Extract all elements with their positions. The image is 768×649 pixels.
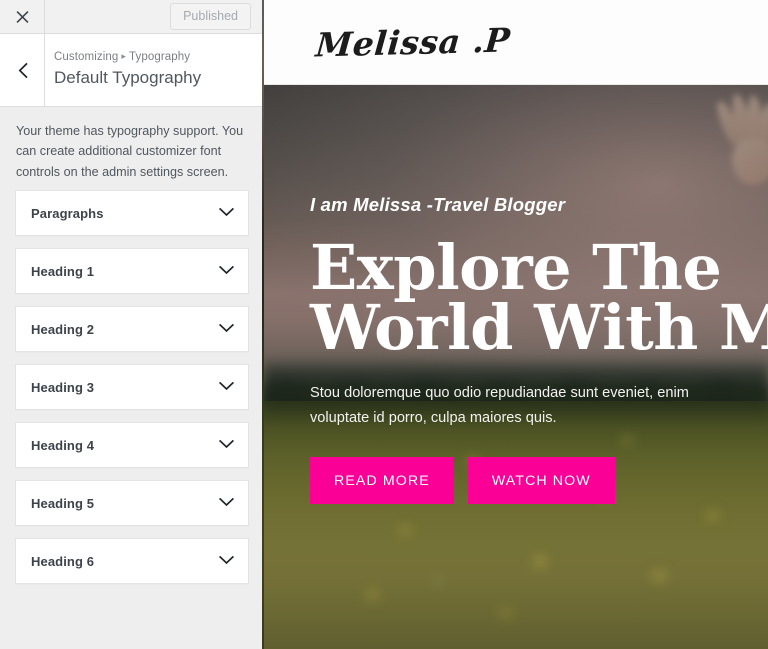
- accordion-item-label: Heading 2: [31, 321, 95, 337]
- accordion-item-heading-4[interactable]: Heading 4: [15, 422, 249, 469]
- typography-support-description: Your theme has typography support. You c…: [16, 124, 244, 179]
- hero-title-line-2: World With Me: [310, 291, 768, 365]
- hero-eyebrow: I am Melissa -Travel Blogger: [310, 194, 566, 215]
- customizer-section-header: Customizing ▸ Typography Default Typograph…: [0, 34, 264, 107]
- section-header-text: Customizing ▸ Typography Default Typograph…: [45, 34, 264, 106]
- breadcrumb-current: Typography: [129, 51, 191, 64]
- accordion-item-heading-2[interactable]: Heading 2: [15, 306, 249, 353]
- chevron-down-icon[interactable]: [218, 552, 235, 570]
- accordion-item-label: Heading 4: [31, 437, 95, 453]
- hero-title-line-1: Explore The: [310, 230, 722, 304]
- hero-title: Explore The World With Me: [310, 230, 768, 365]
- chevron-left-icon: [17, 62, 28, 79]
- chevron-down-icon[interactable]: [218, 378, 235, 396]
- customizer-scroll-body: Your theme has typography support. You c…: [0, 107, 264, 649]
- accordion-item-heading-5[interactable]: Heading 5: [15, 480, 249, 527]
- published-button[interactable]: Published: [170, 2, 251, 31]
- chevron-down-icon[interactable]: [218, 262, 235, 280]
- watch-now-button[interactable]: WATCH NOW: [467, 457, 615, 505]
- hero-section: I am Melissa -Travel Blogger Explore The…: [264, 85, 768, 649]
- accordion-item-heading-1[interactable]: Heading 1: [15, 248, 249, 295]
- chevron-down-icon[interactable]: [218, 320, 235, 338]
- accordion-item-heading-3[interactable]: Heading 3: [15, 364, 249, 411]
- chevron-down-icon[interactable]: [218, 494, 235, 512]
- accordion-item-label: Heading 3: [31, 379, 95, 395]
- accordion-item-label: Paragraphs: [31, 205, 104, 221]
- customizer-app: Published Customizing ▸ Typography Default…: [0, 0, 768, 649]
- customizer-sidebar: Published Customizing ▸ Typography Default…: [0, 0, 264, 649]
- chevron-down-icon[interactable]: [218, 436, 235, 454]
- close-icon: [15, 9, 30, 24]
- typography-accordion-list: Paragraphs Heading 1 Heading 2 Heading 3 Hea…: [15, 190, 249, 598]
- customizer-topbar: Published: [0, 0, 264, 34]
- hero-button-group: READ MORE WATCH NOW: [310, 457, 768, 505]
- breadcrumb: Customizing ▸ Typography: [54, 50, 264, 66]
- site-logo[interactable]: Melissa .P: [314, 20, 511, 64]
- chevron-down-icon[interactable]: [218, 204, 235, 222]
- read-more-button[interactable]: READ MORE: [310, 457, 454, 505]
- accordion-item-label: Heading 6: [31, 553, 95, 569]
- back-button[interactable]: [0, 34, 45, 106]
- accordion-item-label: Heading 1: [31, 263, 95, 279]
- breadcrumb-root: Customizing: [54, 51, 119, 64]
- page-title: Default Typography: [54, 67, 202, 87]
- theme-preview: Melissa .P I am Melissa -Travel Blogger: [264, 0, 768, 649]
- hero-content: I am Melissa -Travel Blogger Explore The…: [264, 85, 768, 505]
- close-customizer-button[interactable]: [0, 0, 45, 33]
- accordion-item-label: Heading 5: [31, 495, 95, 511]
- panel-divider: [262, 0, 264, 649]
- hero-description: Stou doloremque quo odio repudiandae sun…: [310, 385, 689, 427]
- site-header: Melissa .P: [264, 0, 768, 85]
- accordion-item-heading-6[interactable]: Heading 6: [15, 538, 249, 585]
- breadcrumb-separator-icon: ▸: [121, 51, 126, 62]
- accordion-item-paragraphs[interactable]: Paragraphs: [15, 190, 249, 237]
